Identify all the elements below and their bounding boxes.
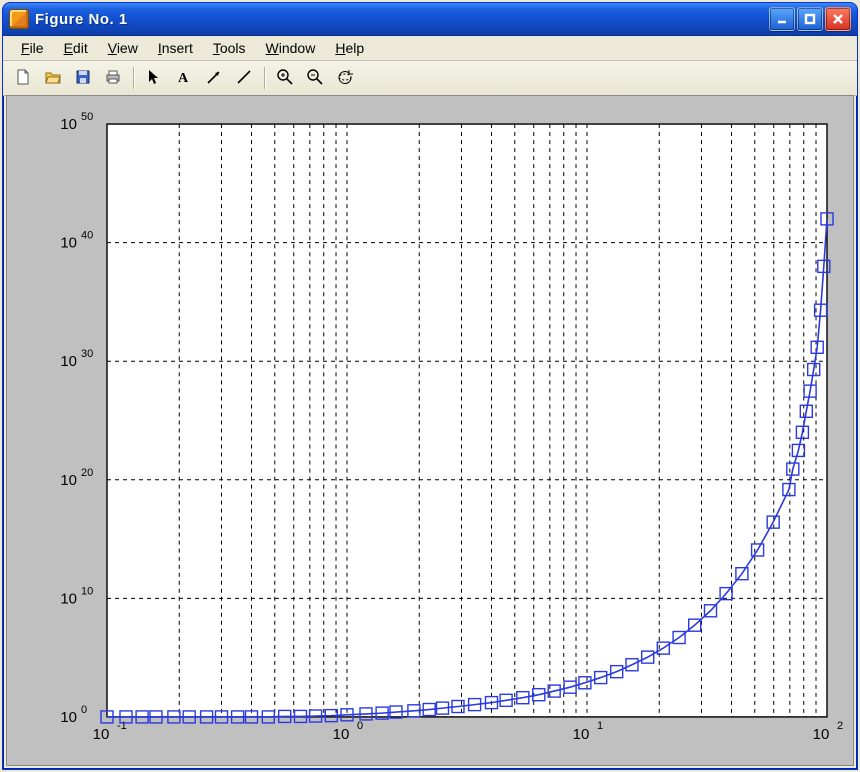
close-button[interactable] bbox=[825, 7, 851, 31]
svg-text:10: 10 bbox=[60, 353, 77, 370]
svg-text:10: 10 bbox=[573, 726, 590, 743]
arrow-annotate-button[interactable] bbox=[200, 64, 228, 92]
svg-text:30: 30 bbox=[81, 348, 93, 360]
line-annotate-button[interactable] bbox=[230, 64, 258, 92]
svg-text:1: 1 bbox=[597, 720, 603, 732]
zoom-in-icon bbox=[276, 68, 294, 89]
close-icon bbox=[831, 12, 845, 26]
svg-text:-1: -1 bbox=[117, 720, 127, 732]
toolbar-separator bbox=[264, 67, 265, 89]
menu-view[interactable]: View bbox=[98, 38, 148, 58]
svg-text:A: A bbox=[178, 71, 189, 86]
svg-text:10: 10 bbox=[60, 235, 77, 252]
svg-text:10: 10 bbox=[813, 726, 830, 743]
menu-file[interactable]: File bbox=[11, 38, 54, 58]
svg-text:0: 0 bbox=[357, 720, 363, 732]
toolbar-separator bbox=[133, 67, 134, 89]
menu-help[interactable]: Help bbox=[325, 38, 374, 58]
svg-text:40: 40 bbox=[81, 230, 93, 242]
zoom-in-button[interactable] bbox=[271, 64, 299, 92]
text-icon: A bbox=[175, 68, 193, 89]
title-bar[interactable]: Figure No. 1 bbox=[3, 3, 857, 36]
arrow-annotate-icon bbox=[205, 68, 223, 89]
svg-text:10: 10 bbox=[81, 585, 93, 597]
svg-text:10: 10 bbox=[60, 472, 77, 489]
rotate3d-button[interactable] bbox=[331, 64, 359, 92]
menu-bar: FileEditViewInsertToolsWindowHelp bbox=[3, 36, 857, 61]
svg-text:10: 10 bbox=[60, 116, 77, 133]
open-file-button[interactable] bbox=[39, 64, 67, 92]
svg-text:10: 10 bbox=[60, 709, 77, 726]
new-file-button[interactable] bbox=[9, 64, 37, 92]
app-icon bbox=[9, 9, 29, 29]
zoom-out-button[interactable] bbox=[301, 64, 329, 92]
print-button[interactable] bbox=[99, 64, 127, 92]
figure-canvas[interactable]: 10 -1 10 0 10 1 10 2 10 0 10 10 10 20 10 30 10 40 10 50 bbox=[6, 95, 854, 766]
save-icon bbox=[74, 68, 92, 89]
svg-text:10: 10 bbox=[93, 726, 110, 743]
window-buttons bbox=[769, 7, 853, 31]
new-file-icon bbox=[14, 68, 32, 89]
svg-text:2: 2 bbox=[837, 720, 843, 732]
minimize-button[interactable] bbox=[769, 7, 795, 31]
pointer-button[interactable] bbox=[140, 64, 168, 92]
menu-tools[interactable]: Tools bbox=[203, 38, 256, 58]
svg-text:50: 50 bbox=[81, 111, 93, 123]
save-button[interactable] bbox=[69, 64, 97, 92]
zoom-out-icon bbox=[306, 68, 324, 89]
maximize-button[interactable] bbox=[797, 7, 823, 31]
figure-window: Figure No. 1 FileEditViewInsertToolsWind… bbox=[2, 2, 858, 770]
minimize-icon bbox=[775, 12, 789, 26]
text-button[interactable]: A bbox=[170, 64, 198, 92]
svg-text:20: 20 bbox=[81, 467, 93, 479]
axes[interactable]: 10 -1 10 0 10 1 10 2 10 0 10 10 10 20 10 30 10 40 10 50 bbox=[7, 96, 853, 765]
rotate3d-icon bbox=[336, 68, 354, 89]
svg-text:10: 10 bbox=[333, 726, 350, 743]
maximize-icon bbox=[803, 12, 817, 26]
open-file-icon bbox=[44, 68, 62, 89]
window-title: Figure No. 1 bbox=[35, 11, 128, 28]
menu-window[interactable]: Window bbox=[256, 38, 326, 58]
line-annotate-icon bbox=[235, 68, 253, 89]
pointer-icon bbox=[145, 68, 163, 89]
svg-text:0: 0 bbox=[81, 704, 87, 716]
toolbar: A bbox=[3, 61, 857, 96]
menu-edit[interactable]: Edit bbox=[54, 38, 98, 58]
menu-insert[interactable]: Insert bbox=[148, 38, 203, 58]
print-icon bbox=[104, 68, 122, 89]
svg-text:10: 10 bbox=[60, 590, 77, 607]
